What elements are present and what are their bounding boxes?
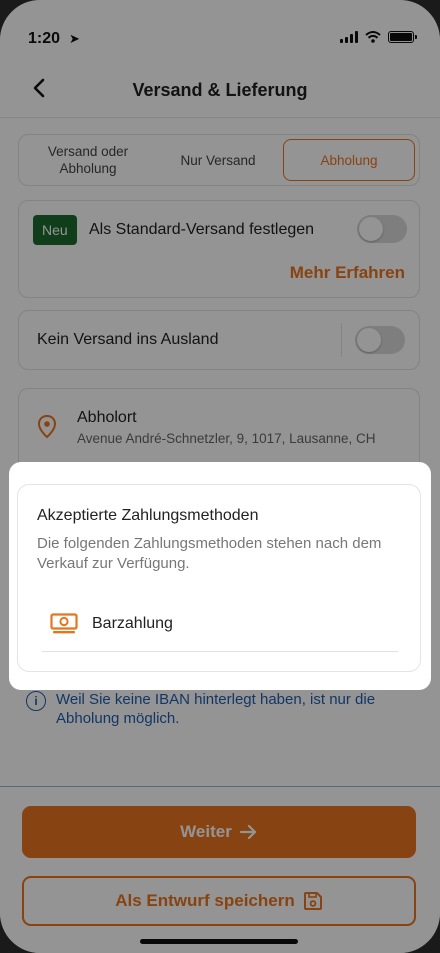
payment-methods-title: Akzeptierte Zahlungsmethoden xyxy=(37,507,259,524)
phone-screen: 1:20 ➤ Versand & Lieferung Versand oder … xyxy=(0,0,440,953)
payment-methods-description: Die folgenden Zahlungsmethoden stehen na… xyxy=(37,535,382,572)
cash-icon xyxy=(50,613,78,634)
payment-method-divider xyxy=(42,651,398,652)
payment-methods-card: Akzeptierte Zahlungsmethoden Die folgend… xyxy=(17,484,421,672)
payment-method-cash[interactable]: Barzahlung xyxy=(50,613,173,635)
payment-method-label: Barzahlung xyxy=(92,615,173,632)
payment-methods-highlight: Akzeptierte Zahlungsmethoden Die folgend… xyxy=(9,462,431,690)
